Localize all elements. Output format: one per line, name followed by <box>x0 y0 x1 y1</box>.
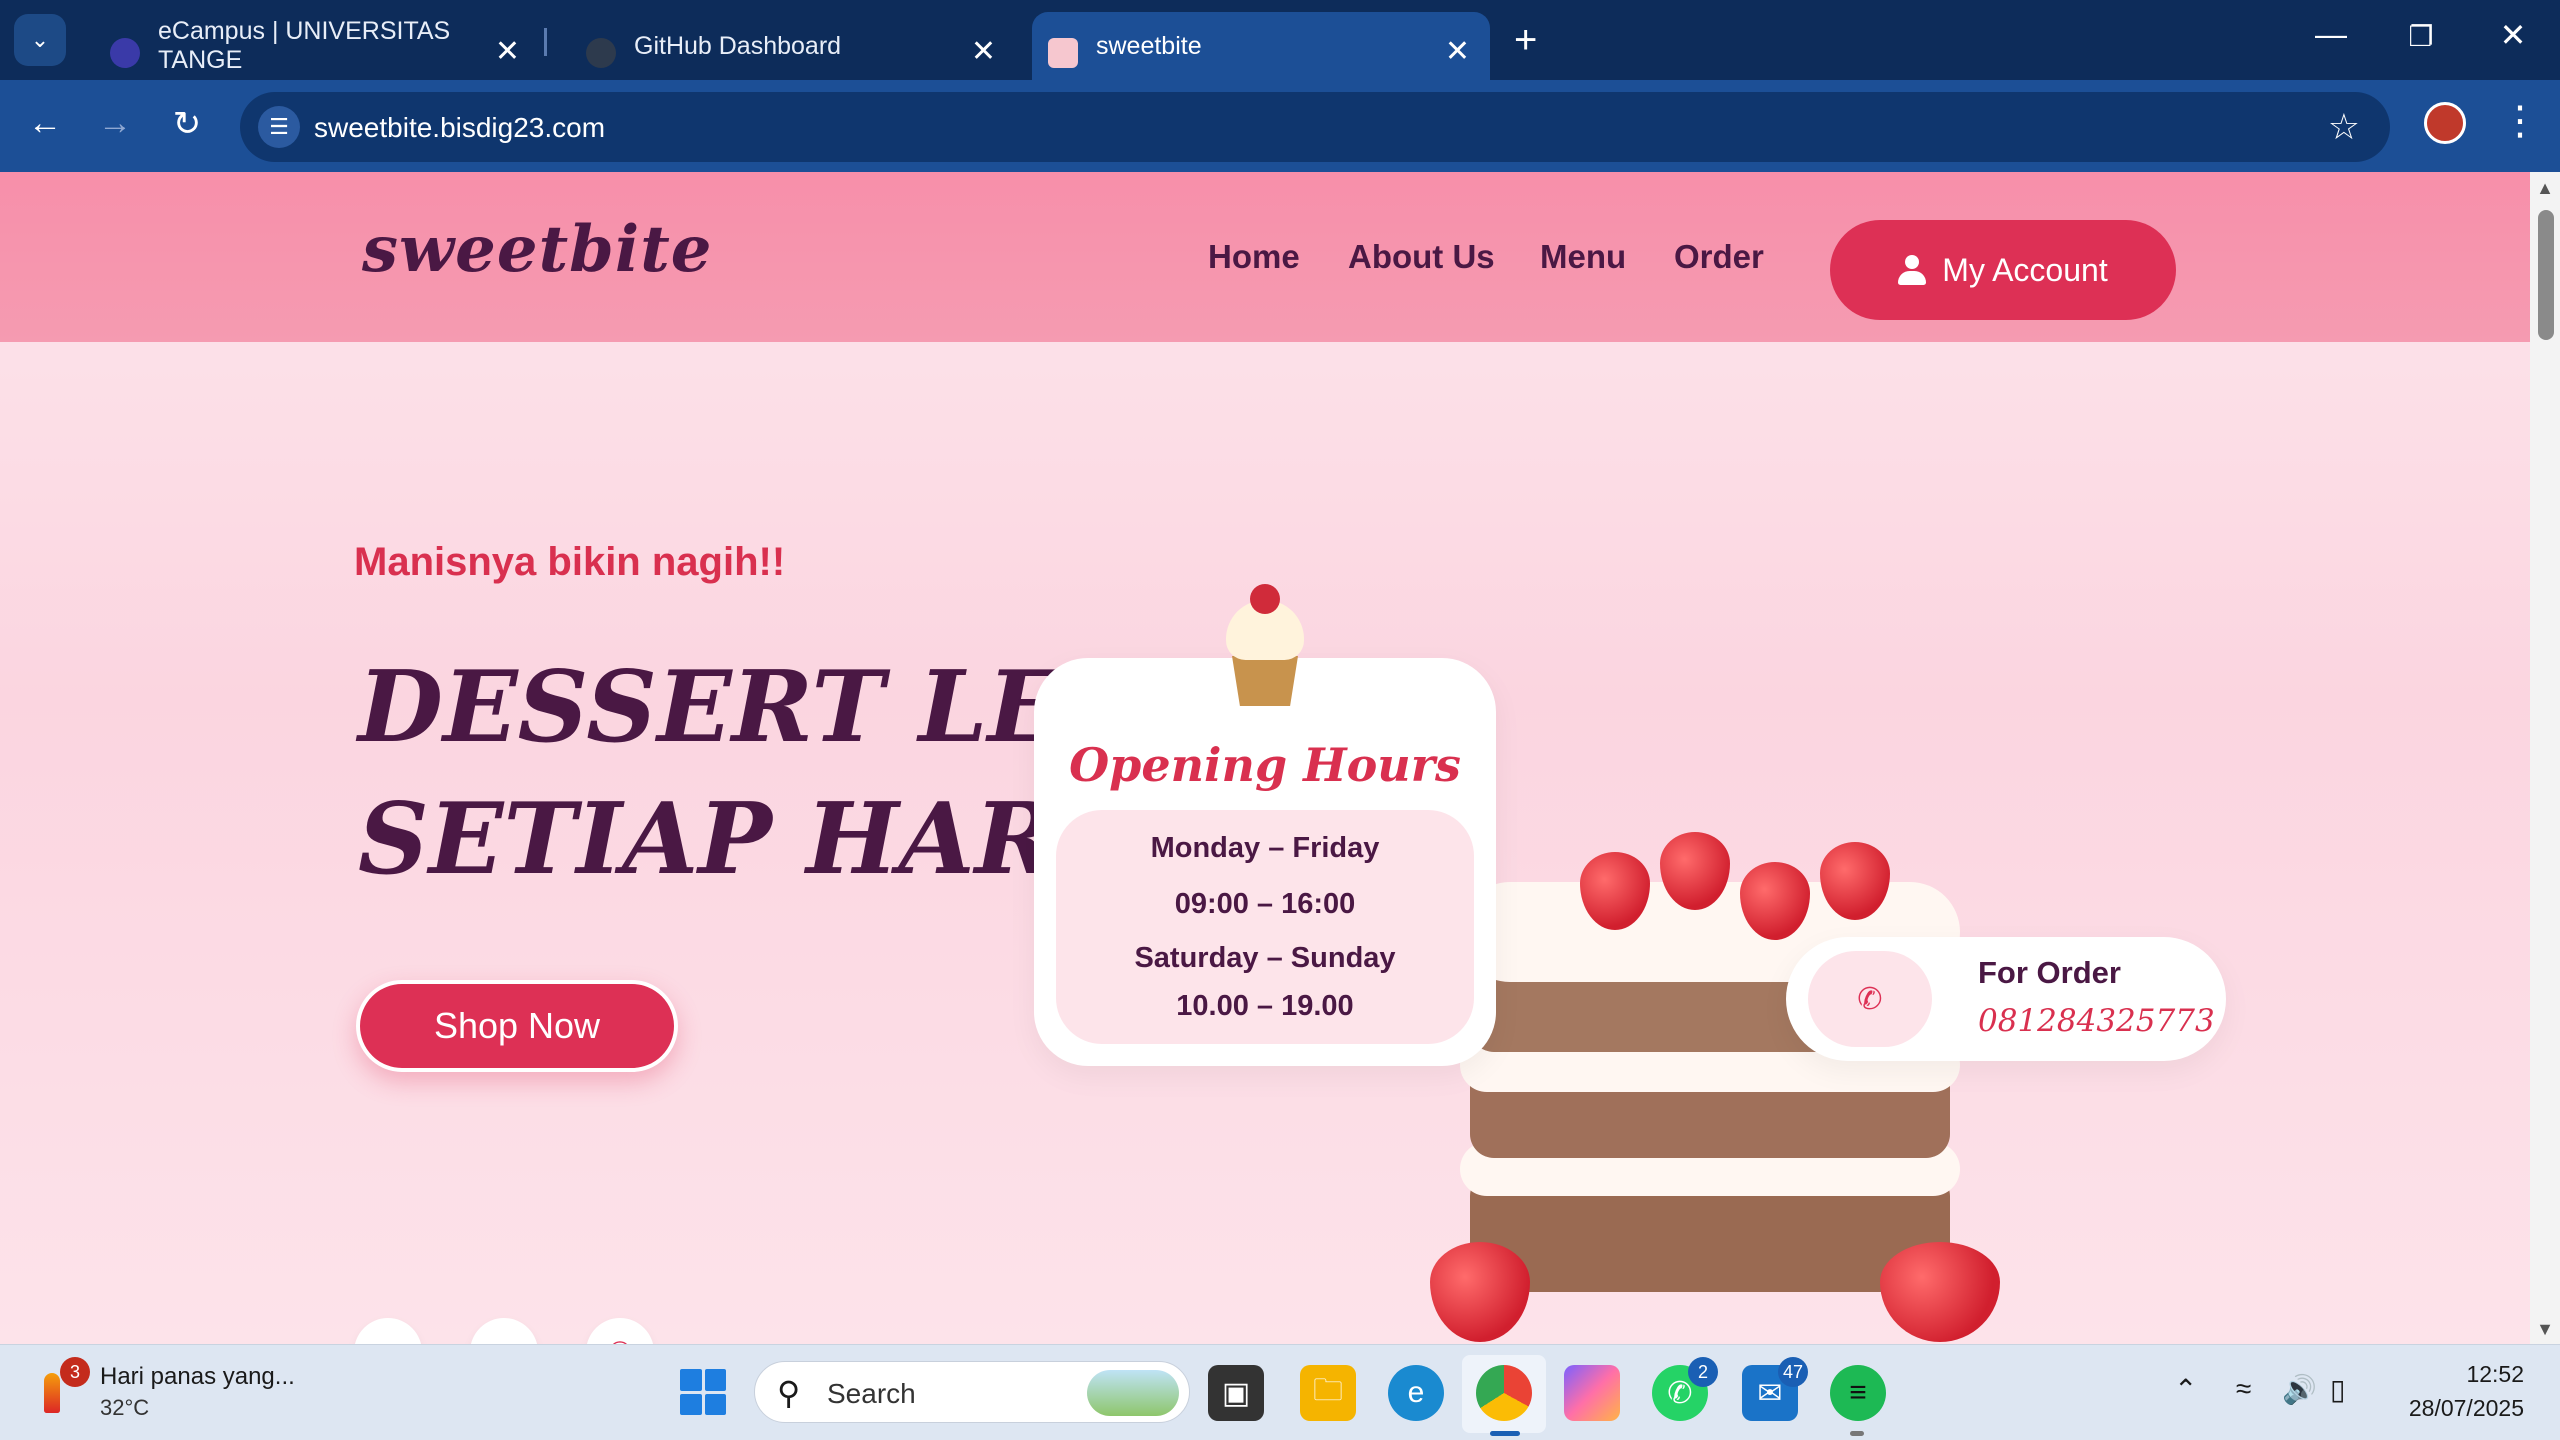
scroll-thumb[interactable] <box>2538 210 2554 340</box>
battery-icon[interactable]: ▯ <box>2330 1373 2345 1406</box>
mail-icon[interactable]: ✉ 47 <box>1742 1357 1808 1421</box>
profile-avatar[interactable] <box>2424 102 2466 144</box>
search-highlight-image <box>1087 1370 1179 1416</box>
chrome-running-indicator <box>1490 1431 1520 1436</box>
my-account-button[interactable]: My Account <box>1830 220 2176 320</box>
phone-icon: ✆ <box>1808 951 1932 1047</box>
browser-toolbar: ← → ↻ ☰ sweetbite.bisdig23.com ☆ ⋮ <box>0 80 2560 172</box>
spotify-icon[interactable]: ≡ <box>1830 1365 1886 1421</box>
flame-favicon-icon <box>110 38 140 68</box>
chevron-down-icon: ⌄ <box>30 27 50 52</box>
weekend-label: Saturday – Sunday <box>1134 942 1396 974</box>
site-logo[interactable]: sweetbite <box>362 212 712 287</box>
browser-menu-icon[interactable]: ⋮ <box>2500 98 2540 144</box>
weekend-time: 10.00 – 19.00 <box>1176 990 1354 1022</box>
show-hidden-icons-icon[interactable]: ⌃ <box>2174 1373 2197 1406</box>
clock-time[interactable]: 12:52 <box>2462 1361 2524 1388</box>
tab-ecampus[interactable]: eCampus | UNIVERSITAS TANGE ✕ <box>70 12 540 80</box>
whatsapp-icon[interactable]: ✆ <box>586 1318 654 1344</box>
page-scrollbar[interactable]: ▲ ▼ <box>2530 172 2560 1344</box>
back-icon[interactable]: ← <box>20 104 70 143</box>
cupcake-icon <box>1222 584 1308 708</box>
close-tab-icon[interactable]: ✕ <box>971 34 996 69</box>
tab-github[interactable]: GitHub Dashboard ✕ <box>546 12 1016 80</box>
instagram-icon[interactable]: ◉ <box>354 1318 422 1344</box>
for-order-card[interactable]: ✆ For Order 081284325773 <box>1786 937 2226 1061</box>
new-tab-icon[interactable]: + <box>1514 18 1537 63</box>
close-tab-icon[interactable]: ✕ <box>495 34 520 69</box>
edge-icon[interactable]: e <box>1388 1365 1444 1421</box>
strawberry-cake-image <box>1430 812 2000 1344</box>
reload-icon[interactable]: ↻ <box>162 104 212 144</box>
close-window-icon[interactable]: ✕ <box>2488 16 2538 54</box>
mail-badge: 47 <box>1777 1357 1808 1387</box>
nav-order[interactable]: Order <box>1674 238 1764 276</box>
tab-title: GitHub Dashboard <box>634 31 842 60</box>
strawberry <box>1430 1242 1530 1342</box>
url-text[interactable]: sweetbite.bisdig23.com <box>314 112 605 144</box>
tab-title: sweetbite <box>1096 31 1202 60</box>
bookmark-star-icon[interactable]: ☆ <box>2328 106 2360 148</box>
forward-icon[interactable]: → <box>90 104 140 143</box>
weather-thermometer-icon[interactable] <box>44 1373 60 1413</box>
nav-menu[interactable]: Menu <box>1540 238 1626 276</box>
nav-about-us[interactable]: About Us <box>1348 238 1495 276</box>
close-tab-icon[interactable]: ✕ <box>1445 34 1470 69</box>
chrome-icon[interactable] <box>1476 1365 1532 1421</box>
volume-icon[interactable]: 🔊 <box>2282 1373 2317 1406</box>
site-settings-icon[interactable]: ☰ <box>258 106 300 148</box>
sweetbite-favicon-icon <box>1048 38 1078 68</box>
weather-badge: 3 <box>60 1357 90 1387</box>
windows-start-icon[interactable] <box>680 1369 726 1415</box>
tiktok-icon[interactable]: ♫ <box>470 1318 538 1344</box>
weekday-time: 09:00 – 16:00 <box>1174 888 1356 920</box>
strawberry <box>1880 1242 2000 1342</box>
file-explorer-icon[interactable]: 🗀 <box>1300 1365 1356 1421</box>
weekday-label: Monday – Friday <box>1150 832 1380 864</box>
page-viewport: sweetbite Home About Us Menu Order My Ac… <box>0 172 2530 1344</box>
opening-hours-card: Opening Hours Monday – Friday 09:00 – 16… <box>1034 584 1496 1066</box>
user-icon <box>1898 255 1927 285</box>
weather-temperature: 32°C <box>100 1395 150 1420</box>
nav-home[interactable]: Home <box>1208 238 1300 276</box>
minimize-icon[interactable]: — <box>2306 16 2356 53</box>
shop-now-button[interactable]: Shop Now <box>356 980 678 1072</box>
address-bar[interactable]: ☰ sweetbite.bisdig23.com ☆ <box>240 92 2390 162</box>
site-header: sweetbite Home About Us Menu Order My Ac… <box>0 172 2530 342</box>
search-placeholder: Search <box>827 1378 916 1409</box>
hero-tagline: Manisnya bikin nagih!! <box>354 540 786 584</box>
browser-tab-strip: ⌄ eCampus | UNIVERSITAS TANGE ✕ GitHub D… <box>0 0 2560 80</box>
taskbar-search[interactable]: ⚲ Search <box>754 1361 1190 1423</box>
github-favicon-icon <box>586 38 616 68</box>
whatsapp-taskbar-icon[interactable]: ✆ 2 <box>1652 1357 1718 1421</box>
scroll-down-icon[interactable]: ▼ <box>2530 1319 2560 1340</box>
my-account-label: My Account <box>1942 251 2108 288</box>
tab-sweetbite[interactable]: sweetbite ✕ <box>1032 12 1490 80</box>
wifi-icon[interactable]: ≈ <box>2236 1373 2251 1405</box>
whatsapp-badge: 2 <box>1688 1357 1718 1387</box>
tab-title: eCampus | UNIVERSITAS TANGE <box>158 17 451 74</box>
opening-hours-list: Monday – Friday 09:00 – 16:00 Saturday –… <box>1056 810 1474 1044</box>
clock-date[interactable]: 28/07/2025 <box>2398 1395 2524 1422</box>
scroll-up-icon[interactable]: ▲ <box>2530 178 2560 199</box>
task-view-icon[interactable]: ▣ <box>1208 1365 1264 1421</box>
order-phone-number[interactable]: 081284325773 <box>1978 1003 2215 1039</box>
restore-icon[interactable]: ❐ <box>2396 20 2446 53</box>
search-icon: ⚲ <box>777 1375 801 1411</box>
tab-search-button[interactable]: ⌄ <box>14 14 66 66</box>
copilot-icon[interactable] <box>1564 1365 1620 1421</box>
windows-taskbar: 3 Hari panas yang... 32°C ⚲ Search ▣ 🗀 e… <box>0 1344 2560 1440</box>
opening-hours-title: Opening Hours <box>1069 738 1461 792</box>
weather-text[interactable]: Hari panas yang... <box>100 1363 295 1391</box>
for-order-label: For Order <box>1978 955 2121 990</box>
spotify-running-indicator <box>1850 1431 1864 1436</box>
